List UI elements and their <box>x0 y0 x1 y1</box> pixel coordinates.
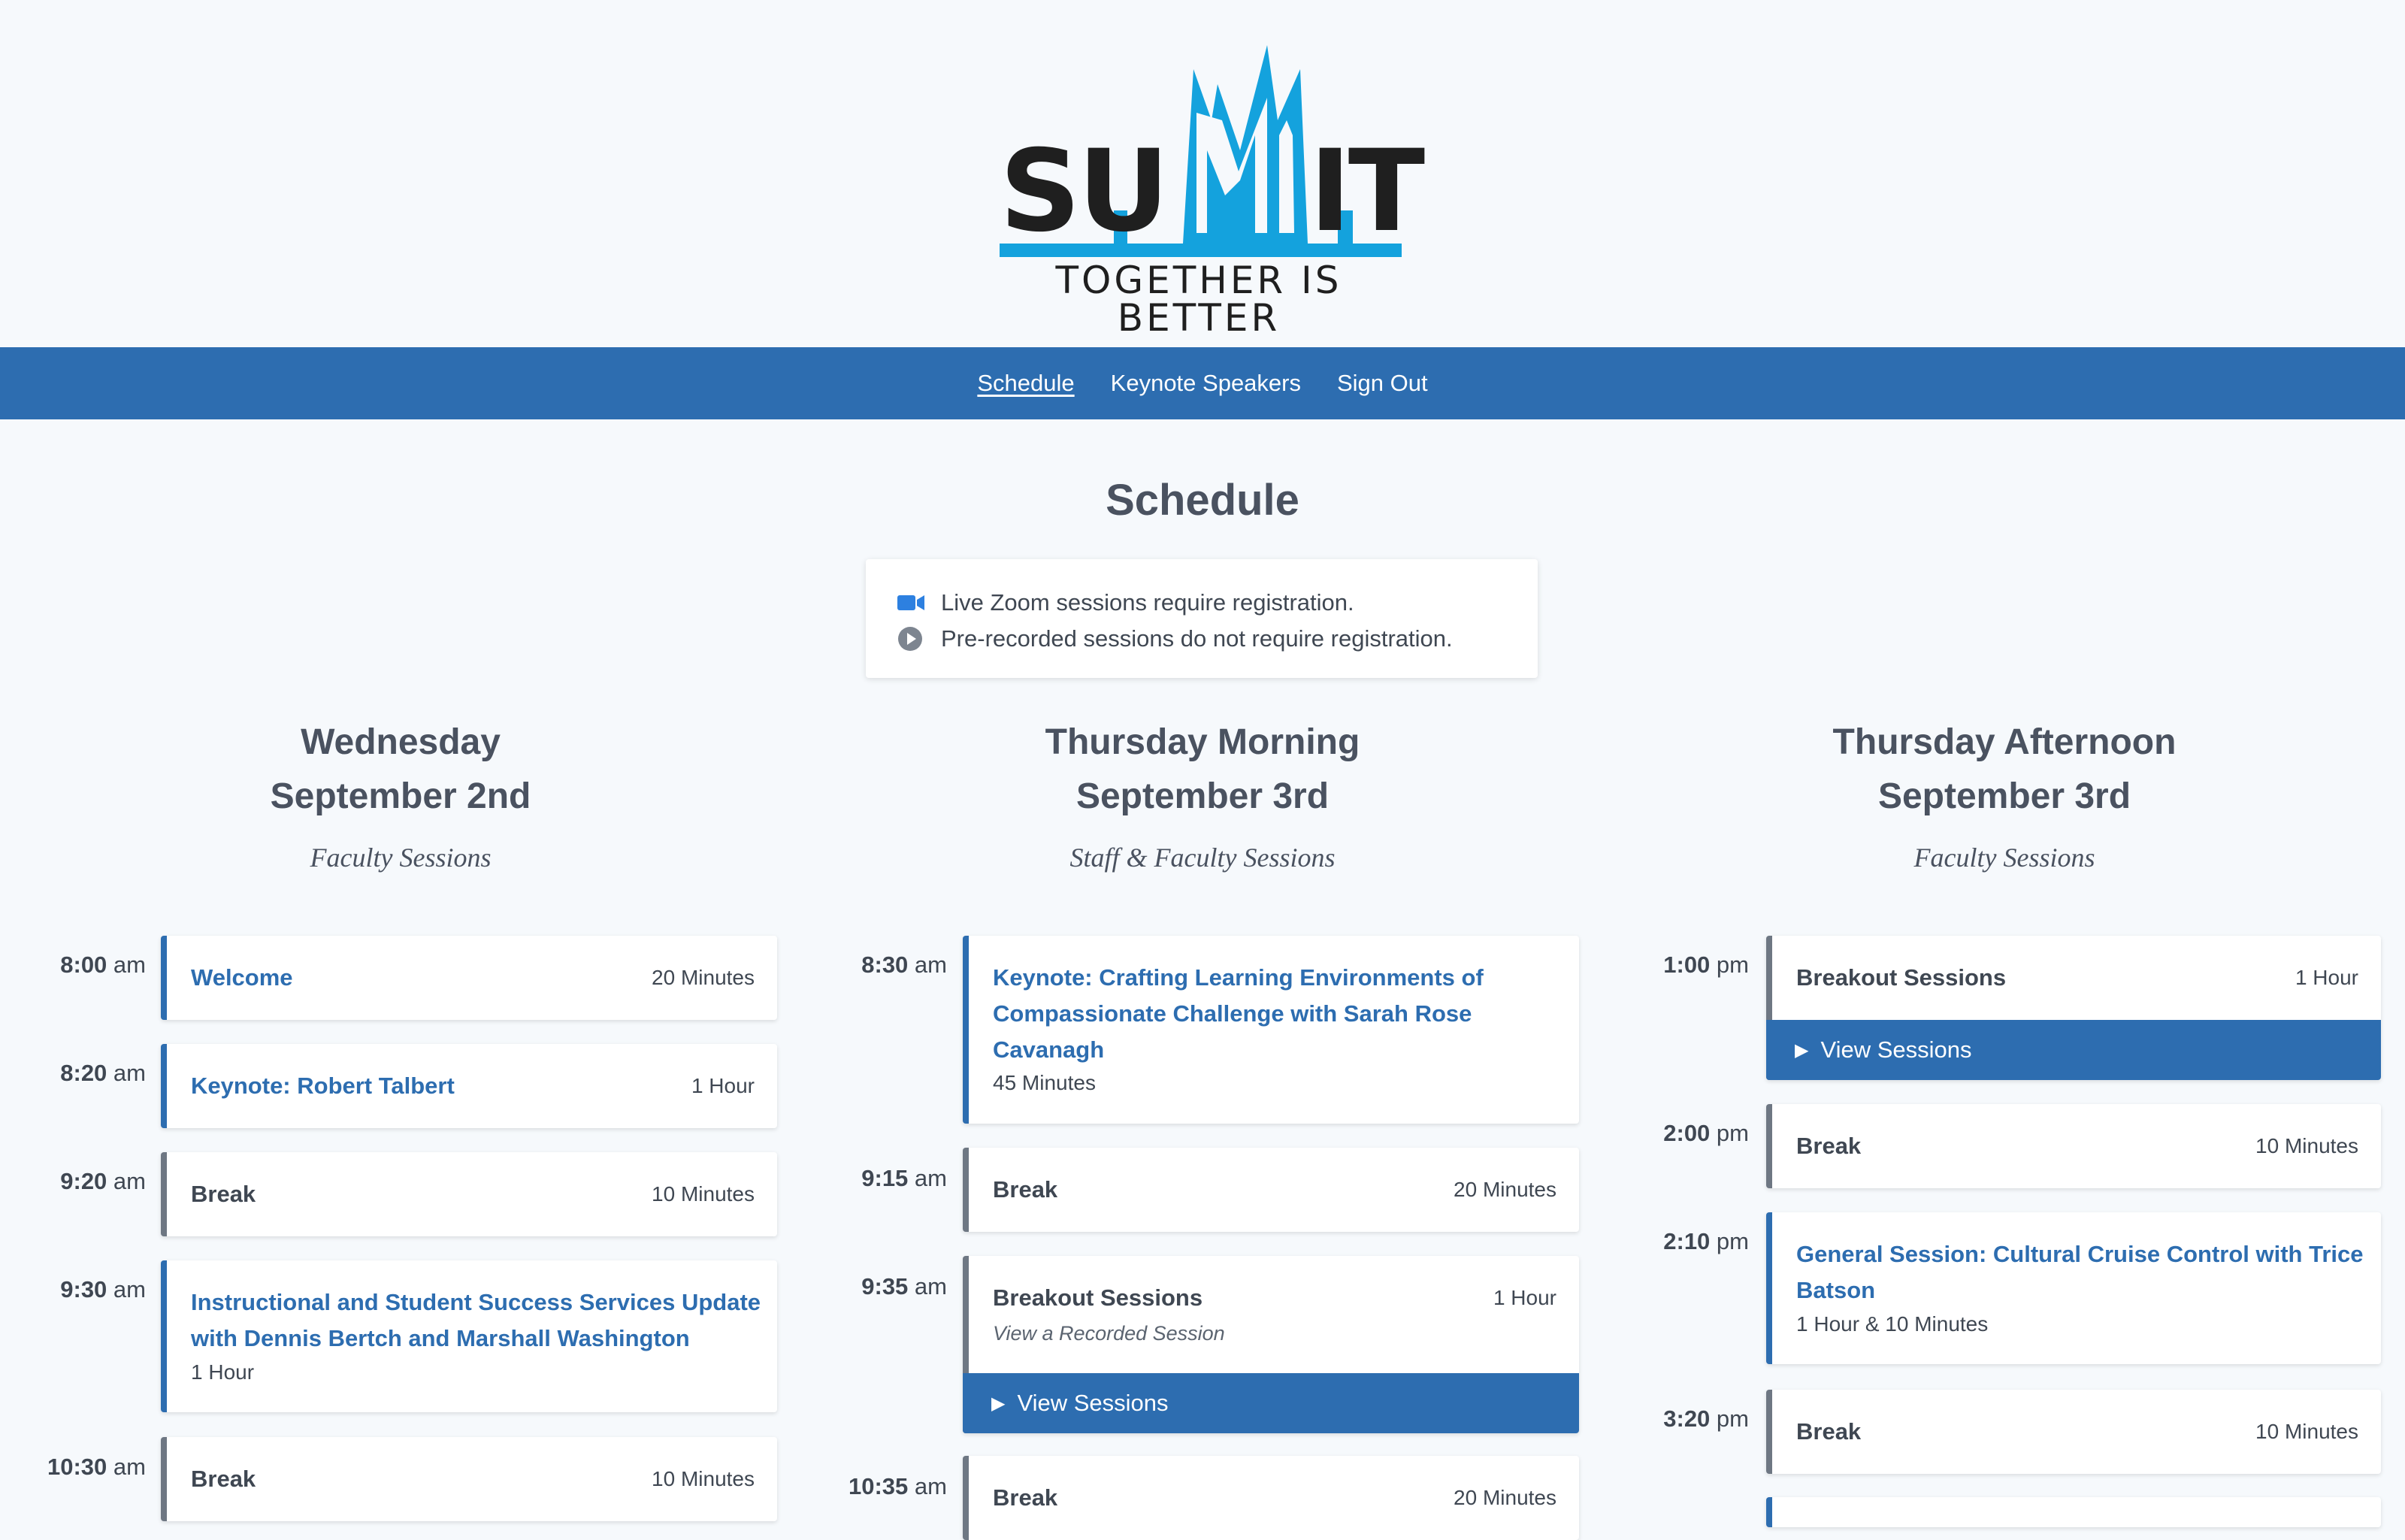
session-title-link[interactable]: Keynote: Robert Talbert <box>191 1068 455 1104</box>
session-duration: 1 Hour <box>1493 1286 1556 1309</box>
time-label: 2:00 pm <box>1663 1120 1749 1146</box>
session-title-link-line2[interactable]: Compassionate Challenge with Sarah Rose <box>993 996 1472 1032</box>
column-header-thursday-afternoon: Thursday Afternoon September 3rd Faculty… <box>1629 716 2380 873</box>
column-date: September 2nd <box>270 776 531 816</box>
session-duration: 10 Minutes <box>2255 1420 2358 1443</box>
session-note: View a Recorded Session <box>993 1322 1225 1345</box>
expand-triangle-icon: ▶ <box>991 1393 1006 1414</box>
schedule-item-break: Break 20 Minutes <box>963 1456 1579 1540</box>
column-subtitle: Faculty Sessions <box>1913 843 2095 873</box>
view-sessions-label: View Sessions <box>1820 1036 1972 1063</box>
session-title-link-line2[interactable]: Batson <box>1796 1272 1875 1309</box>
schedule-item-partial <box>1766 1497 2381 1527</box>
session-duration: 1 Hour <box>191 1360 255 1384</box>
view-sessions-button[interactable]: ▶ View Sessions <box>963 1373 1579 1433</box>
legend-zoom-row: Live Zoom sessions require registration. <box>897 585 1506 621</box>
column-header-thursday-morning: Thursday Morning September 3rd Staff & F… <box>827 716 1578 873</box>
schedule-item-break: Break 10 Minutes <box>1766 1104 2381 1188</box>
time-label: 10:35 am <box>849 1473 947 1499</box>
column-day: Thursday Afternoon <box>1832 722 2177 762</box>
time-label: 9:30 am <box>60 1276 146 1302</box>
session-title-link-line2[interactable]: with Dennis Bertch and Marshall Washingt… <box>191 1321 690 1357</box>
play-circle-icon <box>898 627 922 651</box>
session-title-link-line3[interactable]: Cavanagh <box>993 1032 1104 1068</box>
header: SU IT TOGETHER IS BETTER <box>0 0 2405 347</box>
video-camera-icon <box>897 595 924 610</box>
session-duration: 10 Minutes <box>2255 1134 2358 1157</box>
session-title-link-line1[interactable]: Instructional and Student Success Servic… <box>191 1284 761 1321</box>
schedule-item-break: Break 20 Minutes <box>963 1148 1579 1232</box>
session-duration: 20 Minutes <box>1454 1486 1556 1509</box>
schedule-item-break: Break 10 Minutes <box>161 1437 777 1521</box>
logo-word-left: SU <box>1000 126 1169 257</box>
session-duration: 1 Hour <box>691 1074 755 1097</box>
expand-triangle-icon: ▶ <box>1795 1039 1809 1060</box>
schedule-item[interactable]: Instructional and Student Success Servic… <box>161 1260 777 1412</box>
session-title: Break <box>1796 1418 1862 1445</box>
column-date: September 3rd <box>1877 776 2131 816</box>
nav-schedule-link[interactable]: Schedule <box>977 370 1074 397</box>
session-title-link[interactable]: Welcome <box>191 960 293 996</box>
session-title: Break <box>1796 1133 1862 1159</box>
schedule-item[interactable]: Keynote: Robert Talbert 1 Hour <box>161 1044 777 1128</box>
time-label: 3:20 pm <box>1663 1405 1749 1432</box>
session-title-link-line1[interactable]: Keynote: Crafting Learning Environments … <box>993 960 1484 996</box>
session-duration: 45 Minutes <box>993 1071 1096 1094</box>
nav-sign-out-link[interactable]: Sign Out <box>1337 370 1428 397</box>
time-label: 8:30 am <box>861 952 947 978</box>
time-label: 9:20 am <box>60 1168 146 1194</box>
session-duration: 1 Hour <box>2295 966 2358 989</box>
schedule-item[interactable]: Keynote: Crafting Learning Environments … <box>963 936 1579 1124</box>
column-header-wednesday: Wednesday September 2nd Faculty Sessions <box>25 716 776 873</box>
session-duration: 20 Minutes <box>1454 1178 1556 1201</box>
session-title: Break <box>191 1466 256 1492</box>
schedule-item-breakout: Breakout Sessions 1 Hour ▶ View Sessions <box>1766 936 2381 1080</box>
logo-tagline: TOGETHER IS BETTER <box>1055 259 1342 340</box>
session-title: Break <box>993 1484 1058 1511</box>
session-title: Breakout Sessions <box>1796 964 2007 991</box>
time-label: 9:15 am <box>861 1165 947 1191</box>
session-duration: 20 Minutes <box>652 966 755 989</box>
time-label: 1:00 pm <box>1663 952 1749 978</box>
session-title: Break <box>993 1176 1058 1203</box>
legend-recorded-text: Pre-recorded sessions do not require reg… <box>941 625 1453 652</box>
session-title-link-line1[interactable]: General Session: Cultural Cruise Control… <box>1796 1236 2364 1272</box>
schedule-item-breakout: Breakout Sessions 1 Hour View a Recorded… <box>963 1256 1579 1433</box>
column-subtitle: Staff & Faculty Sessions <box>1069 843 1336 873</box>
main-nav: Schedule Keynote Speakers Sign Out <box>0 347 2405 419</box>
nav-keynote-speakers-link[interactable]: Keynote Speakers <box>1111 370 1301 397</box>
column-subtitle: Faculty Sessions <box>310 843 492 873</box>
page-title: Schedule <box>1106 476 1299 525</box>
time-label: 2:10 pm <box>1663 1228 1749 1254</box>
legend-zoom-text: Live Zoom sessions require registration. <box>941 589 1354 616</box>
schedule-item-break: Break 10 Minutes <box>161 1152 777 1236</box>
schedule-item[interactable]: General Session: Cultural Cruise Control… <box>1766 1212 2381 1364</box>
session-title: Break <box>191 1181 256 1207</box>
session-duration: 1 Hour & 10 Minutes <box>1796 1312 1989 1336</box>
view-sessions-button[interactable]: ▶ View Sessions <box>1766 1020 2381 1080</box>
column-day: Thursday Morning <box>1045 722 1360 762</box>
column-day: Wednesday <box>301 722 501 762</box>
time-label: 8:00 am <box>60 952 146 978</box>
logo-word-right: IT <box>1309 126 1425 257</box>
summit-logo[interactable]: SU IT TOGETHER IS BETTER <box>1000 45 1425 337</box>
time-label: 10:30 am <box>47 1454 146 1480</box>
view-sessions-label: View Sessions <box>1017 1390 1169 1416</box>
time-label: 9:35 am <box>861 1273 947 1299</box>
schedule-item[interactable]: Welcome 20 Minutes <box>161 936 777 1020</box>
time-label: 8:20 am <box>60 1060 146 1086</box>
schedule-item-break: Break 10 Minutes <box>1766 1390 2381 1474</box>
column-date: September 3rd <box>1075 776 1330 816</box>
legend-box: Live Zoom sessions require registration.… <box>866 559 1538 678</box>
session-duration: 10 Minutes <box>652 1182 755 1206</box>
legend-recorded-row: Pre-recorded sessions do not require reg… <box>897 621 1506 657</box>
session-duration: 10 Minutes <box>652 1467 755 1490</box>
session-title: Breakout Sessions <box>993 1284 1203 1311</box>
